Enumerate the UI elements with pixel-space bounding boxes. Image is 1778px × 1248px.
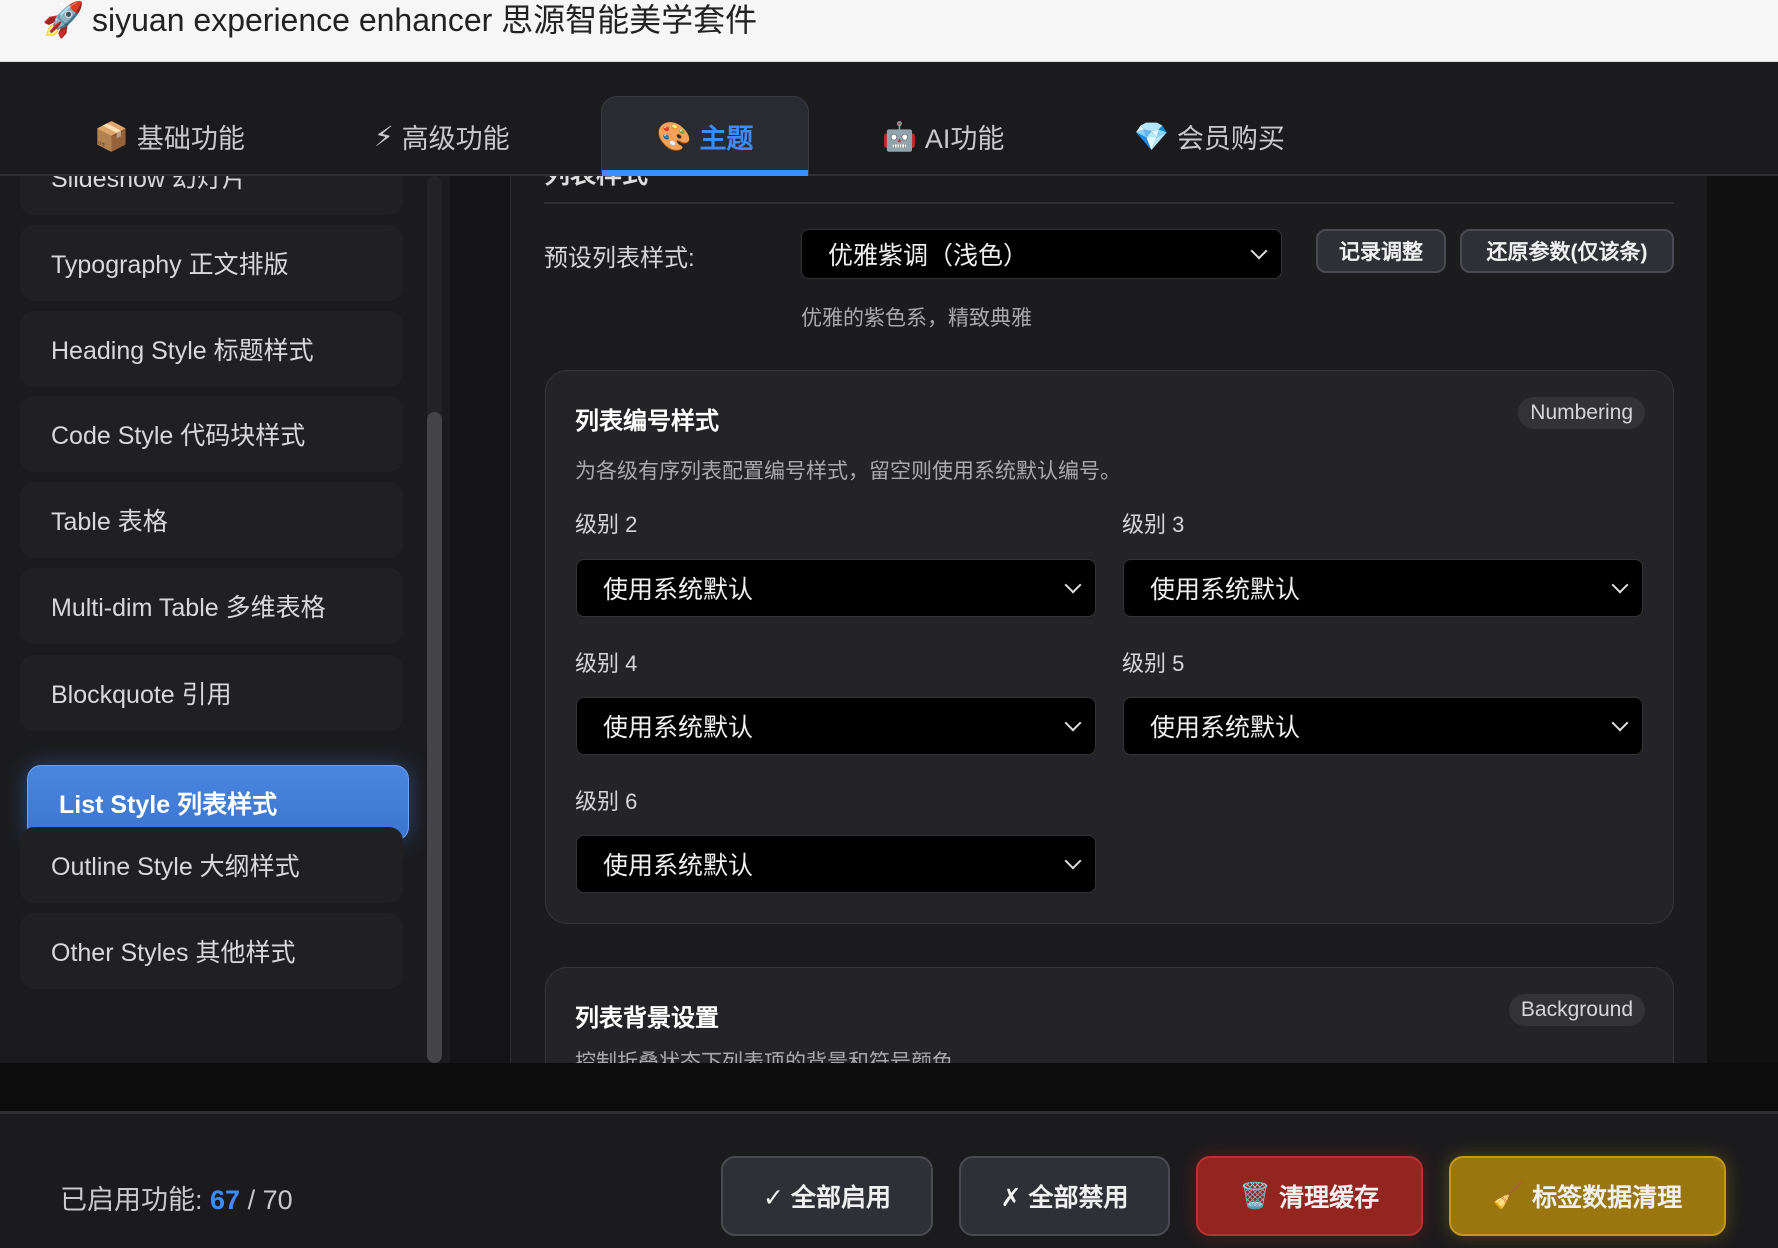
sidebar-item-label: Typography 正文排版 [51, 251, 289, 279]
sidebar-item-other[interactable]: Other Styles 其他样式 [20, 913, 403, 989]
preset-label: 预设列表样式: [544, 245, 695, 272]
level-label: 级别 3 [1122, 512, 1185, 537]
level-label: 级别 2 [575, 512, 638, 537]
sidebar-item-label: Other Styles 其他样式 [51, 939, 296, 967]
sidebar-item-label: Slideshow 幻灯片 [51, 176, 247, 193]
sidebar-item-typography[interactable]: Typography 正文排版 [20, 225, 403, 301]
tab-label: 主题 [699, 124, 754, 154]
enabled-label: 已启用功能: [60, 1185, 203, 1215]
sidebar-item-heading[interactable]: Heading Style 标题样式 [20, 311, 403, 387]
select-value: 使用系统默认 [1150, 576, 1301, 604]
right-gutter [1707, 176, 1778, 1063]
level-2-select[interactable]: 使用系统默认 [576, 559, 1096, 617]
diamond-icon: 💎 [1134, 120, 1169, 152]
main-content: 列表样式 预设列表样式: 优雅紫调（浅色） 记录调整 还原参数(仅该条) 优雅的… [510, 176, 1707, 1063]
background-card: 列表背景设置 Background 控制折叠状态下列表项的背景和符号颜色 [545, 967, 1674, 1063]
enabled-value: 67 [210, 1185, 241, 1215]
tab-label: 会员购买 [1176, 123, 1285, 154]
sidebar-item-label: Code Style 代码块样式 [51, 422, 306, 450]
card-title: 列表背景设置 [575, 1005, 719, 1032]
level-5-select[interactable]: 使用系统默认 [1123, 697, 1643, 755]
footer-separator [0, 1063, 1778, 1111]
divider [544, 202, 1674, 204]
sidebar-item-label: Table 表格 [51, 508, 168, 536]
enable-all-button[interactable]: ✓ 全部启用 [721, 1156, 933, 1236]
sidebar-item-slideshow[interactable]: Slideshow 幻灯片 [20, 176, 403, 215]
robot-icon: 🤖 [882, 120, 917, 152]
sidebar-scrollbar-thumb[interactable] [427, 412, 442, 1063]
sidebar-item-table[interactable]: Table 表格 [20, 482, 403, 558]
tab-basic[interactable]: 📦 基础功能 [94, 96, 245, 176]
separator: / [247, 1185, 256, 1215]
section-title: 列表样式 [544, 176, 648, 191]
level-6-select[interactable]: 使用系统默认 [576, 835, 1096, 893]
package-icon: 📦 [94, 120, 129, 152]
select-value: 使用系统默认 [603, 714, 754, 742]
chevron-down-icon [1611, 714, 1629, 732]
preset-hint: 优雅的紫色系，精致典雅 [801, 307, 1032, 330]
disable-all-button[interactable]: ✗ 全部禁用 [959, 1156, 1170, 1236]
broom-icon: 🧹 [1492, 1181, 1525, 1210]
level-4-select[interactable]: 使用系统默认 [576, 697, 1096, 755]
tab-theme[interactable]: 🎨 主题 [601, 96, 809, 176]
card-title: 列表编号样式 [575, 408, 719, 435]
sidebar-item-label: List Style 列表样式 [59, 791, 278, 819]
card-description: 控制折叠状态下列表项的背景和符号颜色 [575, 1051, 953, 1063]
tab-bar: 📦 基础功能 ⚡ 高级功能 🎨 主题 🤖 AI功能 💎 会员购买 [0, 62, 1778, 176]
chevron-down-icon [1064, 714, 1082, 732]
select-value: 使用系统默认 [1150, 714, 1301, 742]
tag-cleanup-button[interactable]: 🧹 标签数据清理 [1449, 1156, 1726, 1236]
tab-advanced[interactable]: ⚡ 高级功能 [374, 96, 510, 176]
select-value: 使用系统默认 [603, 576, 754, 604]
window-title: siyuan experience enhancer 思源智能美学套件 [92, 2, 758, 38]
tab-label: 高级功能 [401, 123, 510, 154]
trash-icon: 🗑️ [1239, 1181, 1272, 1210]
total-value: 70 [262, 1185, 293, 1215]
level-label: 级别 4 [575, 651, 638, 676]
lightning-icon: ⚡ [374, 120, 394, 152]
button-label: 清理缓存 [1279, 1184, 1380, 1212]
chevron-down-icon [1064, 576, 1082, 594]
preset-value: 优雅紫调（浅色） [828, 242, 1029, 270]
background-badge: Background [1508, 994, 1645, 1026]
button-label: 标签数据清理 [1532, 1184, 1683, 1212]
numbering-card: 列表编号样式 Numbering 为各级有序列表配置编号样式，留空则使用系统默认… [545, 370, 1674, 924]
tab-membership[interactable]: 💎 会员购买 [1134, 96, 1285, 176]
tab-label: 基础功能 [136, 123, 245, 154]
footer: 已启用功能: 67 / 70 ✓ 全部启用 ✗ 全部禁用 🗑️ 清理缓存 🧹 标签数… [0, 1111, 1778, 1248]
chevron-down-icon [1611, 576, 1629, 594]
sidebar-item-label: Outline Style 大纲样式 [51, 853, 300, 881]
sidebar-item-blockquote[interactable]: Blockquote 引用 [20, 655, 403, 731]
title-bar: 🚀 siyuan experience enhancer 思源智能美学套件 [0, 0, 1778, 62]
palette-icon: 🎨 [656, 121, 692, 152]
level-label: 级别 6 [575, 789, 638, 814]
tab-label: AI功能 [924, 123, 1005, 154]
level-label: 级别 5 [1122, 651, 1185, 676]
reset-params-button[interactable]: 还原参数(仅该条) [1460, 229, 1674, 273]
numbering-badge: Numbering [1518, 397, 1645, 429]
select-value: 使用系统默认 [603, 852, 754, 880]
enabled-count: 已启用功能: 67 / 70 [60, 1178, 293, 1217]
sidebar-item-label: Heading Style 标题样式 [51, 337, 314, 365]
tab-ai[interactable]: 🤖 AI功能 [882, 96, 1004, 176]
sidebar-item-code[interactable]: Code Style 代码块样式 [20, 396, 403, 472]
chevron-down-icon [1064, 852, 1082, 870]
sidebar-item-outline[interactable]: Outline Style 大纲样式 [20, 827, 403, 903]
sidebar-item-multidim-table[interactable]: Multi-dim Table 多维表格 [20, 568, 403, 644]
clear-cache-button[interactable]: 🗑️ 清理缓存 [1196, 1156, 1423, 1236]
level-3-select[interactable]: 使用系统默认 [1123, 559, 1643, 617]
sidebar-item-label: Multi-dim Table 多维表格 [51, 594, 326, 622]
card-description: 为各级有序列表配置编号样式，留空则使用系统默认编号。 [575, 460, 1121, 483]
record-adjust-button[interactable]: 记录调整 [1316, 229, 1446, 273]
sidebar: Slideshow 幻灯片 Typography 正文排版 Heading St… [0, 176, 450, 1063]
sidebar-item-label: Blockquote 引用 [51, 681, 232, 709]
chevron-down-icon [1250, 242, 1268, 260]
rocket-icon: 🚀 [42, 1, 85, 39]
preset-select[interactable]: 优雅紫调（浅色） [801, 229, 1282, 279]
